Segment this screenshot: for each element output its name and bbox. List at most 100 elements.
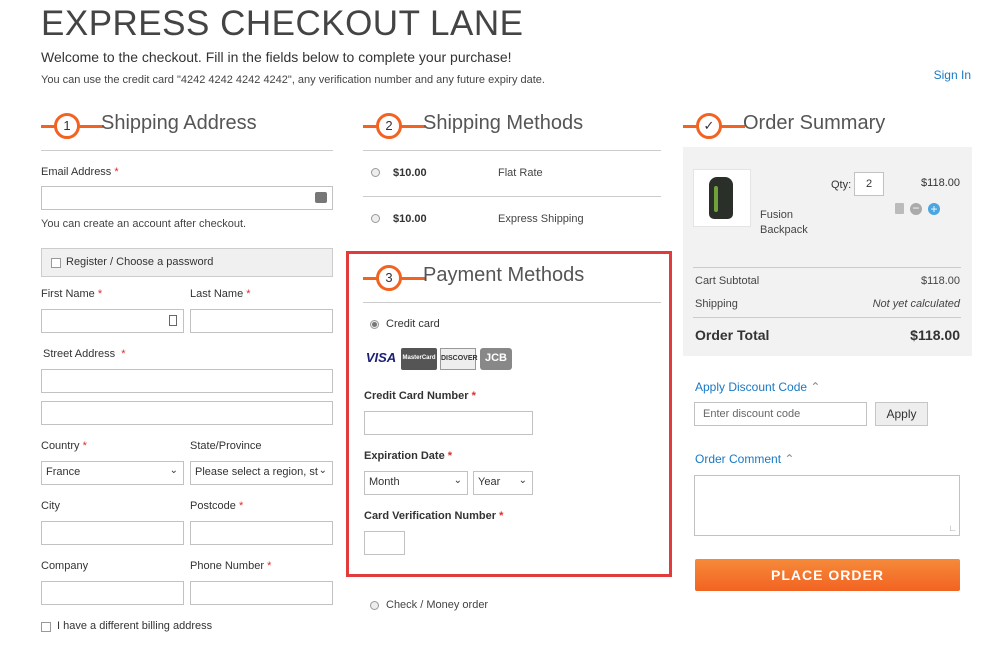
divider	[41, 150, 333, 151]
phone-label: Phone Number *	[190, 560, 272, 572]
jcb-logo: JCB	[480, 348, 512, 370]
page-title: EXPRESS CHECKOUT LANE	[41, 4, 524, 43]
resize-handle-icon[interactable]: ∟	[948, 523, 957, 533]
last-name-field[interactable]	[190, 309, 333, 333]
welcome-text: Welcome to the checkout. Fill in the fie…	[41, 49, 512, 65]
shipping-method-name: Express Shipping	[498, 213, 584, 225]
postcode-field[interactable]	[190, 521, 333, 545]
payment-methods-section: 3 Payment Methods	[363, 260, 661, 303]
email-label: Email Address *	[41, 166, 119, 178]
country-select[interactable]: France ⌄	[41, 461, 184, 485]
cc-number-field[interactable]	[364, 411, 533, 435]
trash-icon[interactable]	[895, 203, 904, 214]
section-title: Shipping Address	[101, 112, 257, 134]
shipping-address-header: 1 Shipping Address	[41, 108, 333, 144]
shipping-radio[interactable]	[371, 168, 380, 177]
phone-field[interactable]	[190, 581, 333, 605]
check-icon: ✓	[696, 113, 722, 139]
chevron-down-icon: ⌄	[169, 465, 178, 476]
expiration-label: Expiration Date *	[364, 450, 453, 462]
billing-checkbox[interactable]	[41, 622, 51, 632]
city-field[interactable]	[41, 521, 184, 545]
product-name: Fusion Backpack	[760, 209, 808, 236]
divider	[363, 302, 661, 303]
expiry-year-select[interactable]: Year ⌄	[473, 471, 533, 495]
email-note: You can create an account after checkout…	[41, 218, 247, 230]
email-field[interactable]	[41, 186, 333, 210]
check-money-label: Check / Money order	[386, 599, 489, 611]
product-image	[693, 169, 751, 227]
step-number-2: 2	[376, 113, 402, 139]
visa-logo: VISA	[365, 350, 397, 365]
order-total-label: Order Total	[695, 327, 770, 343]
apply-button[interactable]: Apply	[875, 402, 928, 426]
first-name-label: First Name *	[41, 288, 103, 300]
divider	[693, 267, 961, 268]
city-label: City	[41, 500, 60, 512]
cvv-field[interactable]	[364, 531, 405, 555]
company-field[interactable]	[41, 581, 184, 605]
cc-number-label: Credit Card Number *	[364, 390, 476, 402]
shipping-method-name: Flat Rate	[498, 167, 543, 179]
divider	[363, 150, 661, 151]
first-name-field[interactable]	[41, 309, 184, 333]
country-label: Country *	[41, 440, 87, 452]
step-number-1: 1	[54, 113, 80, 139]
order-summary-box: Fusion Backpack Qty: 2 $118.00 − + Cart …	[683, 147, 972, 356]
shipping-option-row[interactable]: $10.00 Flat Rate	[363, 160, 661, 197]
mastercard-logo: MasterCard	[401, 348, 437, 370]
discount-code-input[interactable]: Enter discount code	[694, 402, 867, 426]
chevron-up-icon: ⌃	[784, 452, 795, 466]
sign-in-link[interactable]: Sign In	[934, 68, 971, 82]
shipping-value: Not yet calculated	[872, 298, 960, 310]
contact-card-icon	[315, 192, 327, 203]
expiry-month-select[interactable]: Month ⌄	[364, 471, 468, 495]
street-line-1-field[interactable]	[41, 369, 333, 393]
item-price: $118.00	[921, 177, 960, 189]
order-comment-textarea[interactable]: ∟	[694, 475, 960, 536]
shipping-radio[interactable]	[371, 214, 380, 223]
company-label: Company	[41, 560, 89, 572]
discover-logo: DISCOVER	[440, 348, 478, 370]
state-label: State/Province	[190, 440, 262, 452]
street-label: Street Address *	[43, 348, 126, 360]
register-checkbox[interactable]	[51, 258, 61, 268]
qty-label: Qty:	[831, 179, 852, 191]
register-label: Register / Choose a password	[66, 256, 214, 268]
chevron-up-icon: ⌃	[810, 380, 821, 394]
state-value: Please select a region, st	[195, 466, 318, 478]
register-option[interactable]: Register / Choose a password	[41, 248, 333, 277]
shipping-address-section: 1 Shipping Address	[41, 108, 333, 151]
last-name-label: Last Name *	[190, 288, 251, 300]
place-order-button[interactable]: PLACE ORDER	[695, 559, 960, 591]
test-card-hint: You can use the credit card "4242 4242 4…	[41, 74, 545, 86]
id-card-icon	[169, 315, 177, 326]
plus-icon[interactable]: +	[928, 203, 940, 215]
street-line-2-field[interactable]	[41, 401, 333, 425]
section-title: Order Summary	[743, 112, 886, 134]
chevron-down-icon: ⌄	[453, 475, 462, 486]
order-comment-toggle[interactable]: Order Comment ⌃	[695, 452, 794, 466]
postcode-label: Postcode *	[190, 500, 244, 512]
shipping-methods-header: 2 Shipping Methods	[363, 108, 661, 144]
step-number-3: 3	[376, 265, 402, 291]
apply-discount-toggle[interactable]: Apply Discount Code ⌃	[695, 380, 820, 394]
minus-icon[interactable]: −	[910, 202, 922, 215]
order-summary-header: ✓ Order Summary	[683, 108, 973, 144]
credit-card-radio[interactable]	[370, 320, 379, 329]
divider	[693, 317, 961, 318]
order-total-value: $118.00	[910, 327, 960, 343]
state-select[interactable]: Please select a region, st ⌄	[190, 461, 333, 485]
shipping-option-row[interactable]: $10.00 Express Shipping	[363, 206, 661, 236]
shipping-price: $10.00	[393, 167, 427, 179]
chevron-down-icon: ⌄	[518, 475, 527, 486]
month-value: Month	[369, 476, 400, 488]
chevron-down-icon: ⌄	[318, 465, 327, 476]
country-value: France	[46, 466, 81, 478]
cvv-label: Card Verification Number *	[364, 510, 504, 522]
subtotal-label: Cart Subtotal	[695, 275, 760, 287]
check-money-radio[interactable]	[370, 601, 379, 610]
billing-label: I have a different billing address	[57, 620, 213, 632]
qty-field[interactable]: 2	[854, 172, 884, 196]
year-value: Year	[478, 476, 501, 488]
